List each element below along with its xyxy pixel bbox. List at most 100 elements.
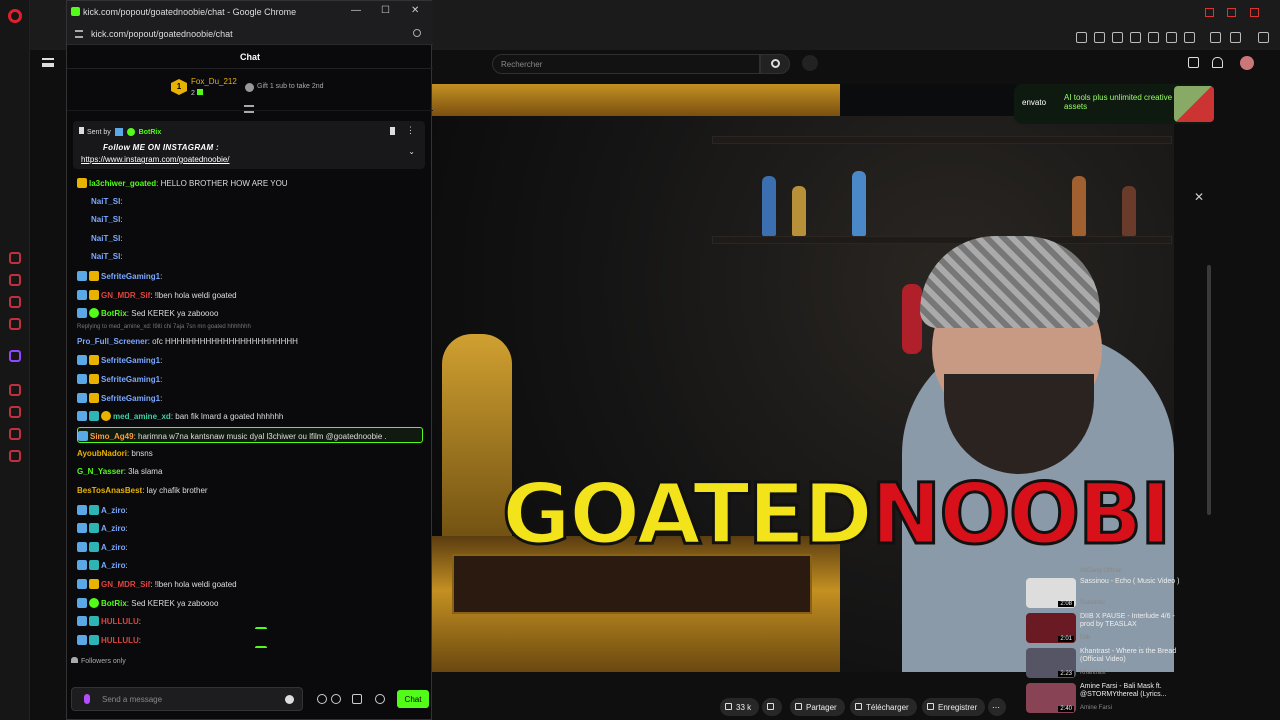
chat-username[interactable]: AyoubNadori	[77, 449, 127, 458]
gifter-name[interactable]: Fox_Du_212	[191, 77, 237, 86]
wallet-icon[interactable]	[1210, 32, 1221, 43]
list-item[interactable]: 2:40 Amine Farsi - Bali Mask ft. @STORMY…	[1026, 683, 1186, 713]
close-button[interactable]: ✕	[411, 5, 419, 16]
upload-icon[interactable]	[1188, 57, 1199, 68]
emoji-icon[interactable]	[285, 695, 294, 704]
chat-message[interactable]: BotRix: Sed KEREK ya zaboooo	[77, 305, 423, 321]
ai-icon[interactable]	[1230, 32, 1241, 43]
more-button[interactable]: ⋯	[988, 698, 1006, 716]
chat-message[interactable]: la3chiwer_goated: HELLO BROTHER HOW ARE …	[77, 175, 423, 191]
search-button[interactable]	[760, 54, 790, 74]
chat-username[interactable]: A_ziro	[101, 506, 125, 515]
pinned-sender[interactable]: BotRix	[139, 129, 162, 136]
chat-settings-icon[interactable]	[375, 694, 385, 704]
zoom-icon[interactable]	[1076, 32, 1087, 43]
chat-message[interactable]: SefriteGaming1:	[77, 390, 423, 406]
chat-username[interactable]: A_ziro	[101, 543, 125, 552]
pinboard-icon[interactable]	[9, 428, 21, 440]
chat-username[interactable]: med_amine_xd	[113, 412, 171, 421]
chat-message[interactable]: GN_MDR_Sif: !lben hola weldi goated	[77, 576, 423, 592]
chat-message[interactable]: BesTosAnasBest: lay chafik brother	[77, 483, 423, 499]
chat-username[interactable]: GN_MDR_Sif	[101, 580, 150, 589]
chat-username[interactable]: A_ziro	[101, 524, 125, 533]
like-button[interactable]: 33 k	[720, 698, 760, 716]
list-item[interactable]: 2:23 Khantrast - Where is the Bread (Off…	[1026, 648, 1186, 678]
chat-username[interactable]: BotRix	[101, 309, 127, 318]
avatar[interactable]	[1240, 56, 1254, 70]
search-icon[interactable]	[413, 29, 421, 37]
chat-message[interactable]: med_amine_xd: ban fik lmard a goated hhh…	[77, 408, 423, 424]
list-item[interactable]: 2:01 DIIB X PAUSE - Interlude 4/6 - prod…	[1026, 613, 1186, 643]
chat-message[interactable]: NaiT_SI:	[91, 231, 437, 247]
history-icon[interactable]	[9, 406, 21, 418]
bag-icon[interactable]	[9, 274, 21, 286]
chat-message[interactable]: SefriteGaming1:	[77, 371, 423, 387]
chat-messages[interactable]: la3chiwer_goated: HELLO BROTHER HOW ARE …	[67, 173, 433, 653]
gift-sub-button[interactable]: Gift 1 sub to take 2nd	[245, 83, 324, 92]
site-settings-icon[interactable]	[75, 30, 83, 38]
restore-icon[interactable]	[1227, 8, 1236, 17]
speed-dial-icon[interactable]	[9, 252, 21, 264]
chat-message[interactable]: HULLULU:	[77, 613, 423, 630]
maximize-button[interactable]: ☐	[381, 5, 390, 16]
mic-icon[interactable]	[84, 694, 90, 704]
messenger-icon[interactable]	[9, 296, 21, 308]
chat-username[interactable]: HULLULU	[101, 636, 139, 645]
chat-username[interactable]: HULLULU	[101, 617, 139, 626]
chat-message[interactable]: A_ziro:	[77, 539, 423, 555]
chat-message[interactable]: BotRix: Sed KEREK ya zaboooo	[77, 595, 423, 611]
chat-username[interactable]: SefriteGaming1	[101, 356, 160, 365]
chat-message[interactable]: NaiT_SI:	[91, 212, 437, 228]
dislike-button[interactable]	[762, 698, 782, 716]
chat-message[interactable]: GN_MDR_Sif: !lben hola weldi goated	[77, 287, 423, 303]
chat-username[interactable]: SefriteGaming1	[101, 394, 160, 403]
infinity-icon[interactable]	[331, 694, 341, 704]
chat-username[interactable]: G_N_Yasser	[77, 467, 124, 476]
heart-icon[interactable]	[1184, 32, 1195, 43]
chat-message[interactable]: HULLULU:	[77, 632, 423, 648]
mail-icon[interactable]	[9, 318, 21, 330]
translate-icon[interactable]	[1148, 32, 1159, 43]
play-icon[interactable]	[1166, 32, 1177, 43]
player-icon[interactable]	[9, 384, 21, 396]
snapshot-icon[interactable]	[1112, 32, 1123, 43]
more-options-icon[interactable]: ⋮	[406, 125, 415, 136]
gift-box-icon[interactable]	[352, 694, 362, 704]
chat-message[interactable]: Simo_Ag49: harimna w7na kantsnaw music d…	[77, 426, 423, 443]
pin-icon[interactable]	[1094, 32, 1105, 43]
twitch-icon[interactable]	[9, 350, 21, 362]
chat-username[interactable]: A_ziro	[101, 561, 125, 570]
chat-username[interactable]: GN_MDR_Sif	[101, 291, 150, 300]
close-icon[interactable]: ✕	[1194, 190, 1204, 204]
share-button[interactable]: Partager	[790, 698, 845, 716]
chat-message[interactable]: A_ziro:	[77, 557, 423, 573]
chat-message[interactable]: Pro_Full_Screener: ofc HHHHHHHHHHHHHHHHH…	[77, 334, 423, 350]
chat-message[interactable]: SefriteGaming1:	[77, 268, 423, 284]
adblock-icon[interactable]	[1130, 32, 1141, 43]
expand-gifters-icon[interactable]	[244, 105, 254, 113]
menu-icon[interactable]	[1258, 32, 1269, 43]
scrollbar[interactable]	[1207, 265, 1211, 515]
message-input[interactable]: Send a message	[71, 687, 303, 711]
ad-banner[interactable]: envato AI tools plus unlimited creative …	[1014, 84, 1214, 124]
minimize-icon[interactable]	[1205, 8, 1214, 17]
mentions-icon[interactable]	[317, 694, 327, 704]
chat-message[interactable]: NaiT_SI:	[91, 249, 437, 265]
chat-username[interactable]: Pro_Full_Screener	[77, 337, 148, 346]
chat-username[interactable]: la3chiwer_goated	[89, 179, 156, 188]
download-button[interactable]: Télécharger	[850, 698, 917, 716]
chat-username[interactable]: Simo_Ag49	[90, 432, 134, 441]
chat-username[interactable]: NaiT_SI	[91, 234, 120, 243]
chat-message[interactable]: SefriteGaming1:	[77, 352, 423, 368]
notifications-icon[interactable]	[1212, 57, 1223, 68]
opera-logo-icon[interactable]	[8, 9, 22, 23]
settings-icon[interactable]	[9, 450, 21, 462]
minimize-button[interactable]: —	[351, 5, 361, 16]
voice-search-icon[interactable]	[802, 55, 818, 71]
chat-username[interactable]: SefriteGaming1	[101, 375, 160, 384]
chat-username[interactable]: BotRix	[101, 599, 127, 608]
chat-username[interactable]: NaiT_SI	[91, 252, 120, 261]
pinned-link[interactable]: https://www.instagram.com/goatednoobie/	[81, 155, 230, 164]
search-input[interactable]: Rechercher	[492, 54, 760, 74]
save-button[interactable]: Enregistrer	[922, 698, 986, 716]
